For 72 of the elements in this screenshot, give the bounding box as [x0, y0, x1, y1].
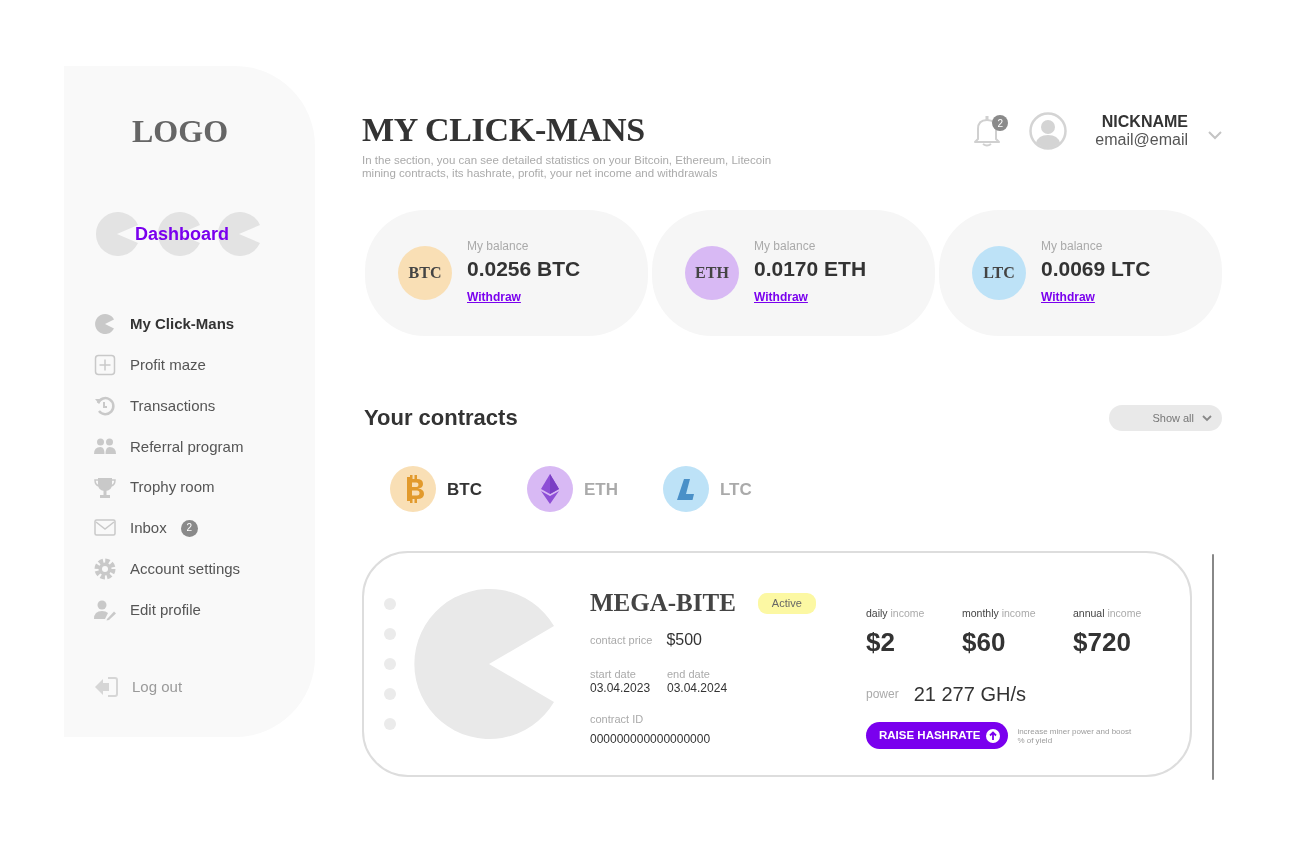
user-email: email@email: [1095, 131, 1188, 149]
arrow-up-icon: [986, 728, 1001, 743]
nav-label: My Click-Mans: [130, 314, 235, 335]
income-value: $60: [962, 627, 1007, 658]
sidebar-nav-item[interactable]: Profit maze: [94, 344, 315, 386]
field-value: 03.04.2024: [667, 681, 728, 697]
balance-amount: 0.0170 ETH: [754, 255, 867, 282]
bell-icon[interactable]: [973, 115, 1002, 147]
nav-label: Edit profile: [130, 599, 201, 620]
page-description: In the section, you can see detailed statistics on your Bitcoin, Ethereum, Litecoin mining contracts, its hashrate, profit, your net income and withdrawals: [362, 154, 772, 180]
power-value: 21 277 GH/s: [913, 682, 1026, 708]
income-value: $720: [1073, 627, 1132, 658]
plus-square-icon: [94, 354, 116, 377]
field-label: end date: [667, 668, 711, 682]
hint-text: increase miner power and boost % of yield: [1017, 726, 1133, 745]
field-value: 000000000000000000: [590, 732, 711, 748]
sidebar-nav-item[interactable]: Trophy room: [94, 467, 315, 508]
coin-badge: ETH: [685, 246, 739, 300]
logout-icon: [94, 676, 118, 699]
withdraw-link[interactable]: Withdraw: [467, 287, 521, 306]
sidebar-nav-item[interactable]: Transactions: [94, 385, 315, 427]
chevron-down-icon: [1202, 414, 1212, 422]
user-edit-icon: [94, 598, 116, 621]
nav-label: Referral program: [130, 436, 244, 457]
sidebar-nav-item[interactable]: Edit profile: [94, 589, 315, 631]
notification-badge: 2: [992, 115, 1009, 131]
avatar-icon[interactable]: [1029, 112, 1068, 150]
gear-icon: [94, 558, 116, 581]
income-label: daily income: [866, 607, 925, 620]
coin-badge: LTC: [972, 246, 1026, 300]
status-badge: Active: [757, 593, 816, 614]
field-label: contract ID: [590, 713, 645, 727]
field-label: power: [866, 687, 899, 701]
field-label: contact price: [590, 633, 653, 647]
balance-label: My balance: [467, 238, 530, 253]
raise-hashrate-button[interactable]: RAISE HASHRATE: [866, 722, 1009, 750]
sidebar-nav-item[interactable]: My Click-Mans: [94, 304, 315, 345]
coin-badge: BTC: [398, 246, 452, 300]
withdraw-link[interactable]: Withdraw: [754, 287, 808, 306]
page-title: MY CLICK-MANS: [362, 111, 646, 149]
withdraw-link[interactable]: Withdraw: [1041, 287, 1095, 306]
coin-tab[interactable]: BTC: [390, 466, 482, 513]
price-value: $500: [666, 630, 702, 651]
scrollbar[interactable]: [1212, 554, 1214, 781]
nav-label: Transactions: [130, 395, 216, 416]
count-badge: 2: [180, 519, 198, 537]
nav-label: Account settings: [130, 558, 241, 579]
chevron-down-icon[interactable]: [1208, 130, 1222, 140]
balance-amount: 0.0256 BTC: [467, 255, 581, 282]
income-label: monthly income: [962, 607, 1036, 620]
logo: LOGO: [132, 114, 228, 148]
sidebar-nav-item[interactable]: Account settings: [94, 548, 315, 590]
section-heading: Your contracts: [364, 405, 518, 432]
balance-amount: 0.0069 LTC: [1041, 255, 1151, 282]
history-icon: [94, 395, 116, 417]
pacman-icon: [94, 313, 116, 336]
nav-label: Profit maze: [130, 354, 206, 375]
sidebar-nav-item[interactable]: Referral program: [94, 426, 315, 468]
income-label: annual income: [1073, 607, 1142, 620]
balance-label: My balance: [754, 238, 817, 253]
field-value: 03.04.2023: [590, 681, 652, 697]
nav-label: Inbox: [130, 518, 167, 539]
balance-label: My balance: [1041, 238, 1104, 253]
dashboard-link[interactable]: Dashboard: [135, 220, 230, 248]
sidebar-nav-item[interactable]: Inbox 2: [94, 508, 315, 549]
user-nickname: NICKNAME: [1100, 113, 1188, 131]
show-all-dropdown[interactable]: Show all: [1109, 405, 1222, 432]
contract-name: MEGA-BITE: [590, 590, 736, 617]
field-label: start date: [590, 668, 637, 682]
nav-label: Trophy room: [130, 477, 215, 498]
income-value: $2: [866, 627, 896, 658]
trophy-icon: [94, 476, 116, 499]
